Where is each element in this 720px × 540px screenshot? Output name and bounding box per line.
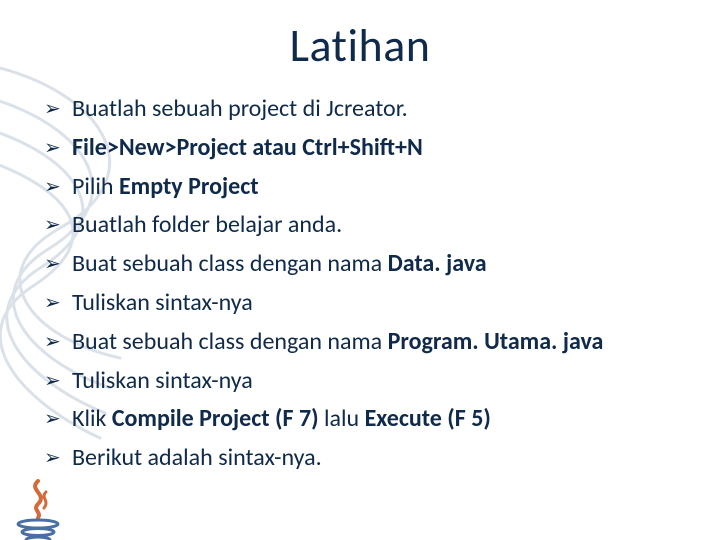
list-item-text: Buatlah sebuah project di Jcreator. (72, 94, 408, 123)
plain-text: lalu (319, 404, 365, 433)
list-item-text: File>New>Project atau Ctrl+Shift+N (72, 133, 423, 162)
list-item-text: Buatlah folder belajar anda. (72, 210, 342, 239)
list-item: ➢ Buat sebuah class dengan nama Data. jav… (44, 247, 720, 282)
plain-text: Tuliskan sintax-nya (72, 366, 253, 395)
list-item-text: Pilih Empty Project (72, 172, 259, 201)
bullet-icon: ➢ (44, 441, 61, 475)
plain-text: Klik (72, 404, 112, 433)
list-item: ➢ Tuliskan sintax-nya (44, 286, 720, 321)
slide: Latihan ➢ Buatlah sebuah project di Jcrea… (0, 18, 720, 540)
list-item: ➢ Tuliskan sintax-nya (44, 364, 720, 399)
bullet-icon: ➢ (44, 170, 61, 204)
list-item: ➢ Pilih Empty Project (44, 170, 720, 205)
list-item-text: Tuliskan sintax-nya (72, 366, 253, 395)
list-item: ➢ Klik Compile Project (F 7) lalu Execute… (44, 402, 720, 437)
java-logo-icon (8, 478, 68, 540)
plain-text: Buat sebuah class dengan nama (72, 249, 388, 278)
bold-text: Execute (F 5) (365, 404, 491, 433)
plain-text: Buatlah sebuah project di Jcreator. (72, 94, 408, 123)
slide-title: Latihan (0, 18, 720, 74)
list-item-text: Buat sebuah class dengan nama Data. java (72, 249, 487, 278)
bold-text: Compile Project (F 7) (112, 404, 319, 433)
bullet-icon: ➢ (44, 325, 61, 359)
plain-text: Tuliskan sintax-nya (72, 288, 253, 317)
bullet-icon: ➢ (44, 286, 61, 320)
list-item-text: Buat sebuah class dengan nama Program. U… (72, 327, 603, 356)
bold-text: File>New>Project atau Ctrl+Shift+N (72, 133, 423, 162)
bullet-icon: ➢ (44, 364, 61, 398)
list-item: ➢ Buatlah sebuah project di Jcreator. (44, 92, 720, 127)
plain-text: Berikut adalah sintax-nya. (72, 443, 322, 472)
bullet-list: ➢ Buatlah sebuah project di Jcreator. ➢ Fil… (44, 92, 720, 476)
bullet-icon: ➢ (44, 208, 61, 242)
list-item: ➢ Buatlah folder belajar anda. (44, 208, 720, 243)
bullet-icon: ➢ (44, 247, 61, 281)
list-item-text: Berikut adalah sintax-nya. (72, 443, 322, 472)
bold-text: Data. java (388, 249, 487, 278)
plain-text: Buatlah folder belajar anda. (72, 210, 342, 239)
bullet-icon: ➢ (44, 92, 61, 126)
plain-text: Pilih (72, 172, 119, 201)
bullet-icon: ➢ (44, 402, 61, 436)
list-item: ➢ File>New>Project atau Ctrl+Shift+N (44, 131, 720, 166)
bullet-icon: ➢ (44, 131, 61, 165)
list-item: ➢ Buat sebuah class dengan nama Program. … (44, 325, 720, 360)
bold-text: Empty Project (119, 172, 259, 201)
plain-text: Buat sebuah class dengan nama (72, 327, 388, 356)
list-item-text: Klik Compile Project (F 7) lalu Execute … (72, 404, 491, 433)
list-item: ➢ Berikut adalah sintax-nya. (44, 441, 720, 476)
bold-text: Program. Utama. java (388, 327, 604, 356)
list-item-text: Tuliskan sintax-nya (72, 288, 253, 317)
